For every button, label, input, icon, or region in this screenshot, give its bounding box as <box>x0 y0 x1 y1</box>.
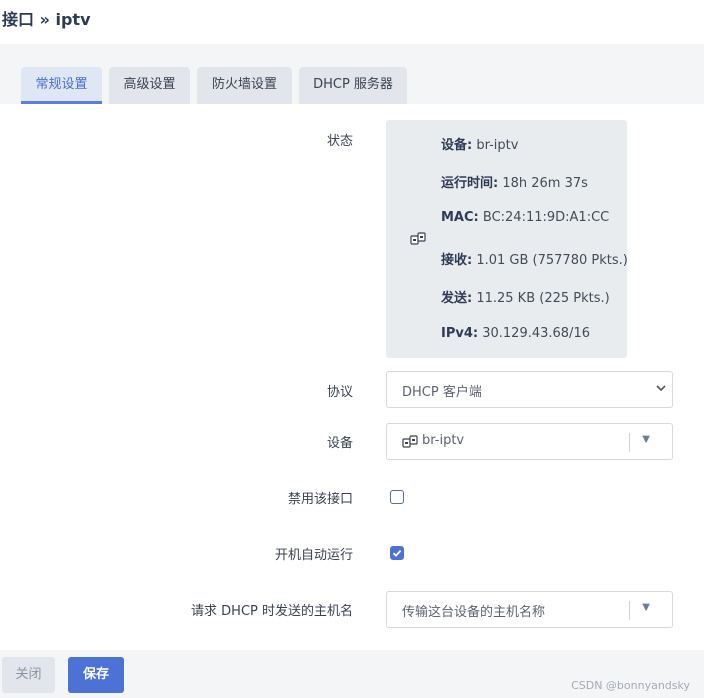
tab-general-settings[interactable]: 常规设置 <box>21 67 102 104</box>
status-rx: 接收: 1.01 GB (757780 Pkts.) <box>441 253 628 268</box>
hostname-label: 请求 DHCP 时发送的主机名 <box>191 604 353 619</box>
tab-dhcp-server[interactable]: DHCP 服务器 <box>299 67 407 104</box>
network-interface-icon <box>402 435 418 448</box>
page-title: 接口 » iptv <box>2 10 91 29</box>
hostname-placeholder: 传输这台设备的主机名称 <box>402 605 546 620</box>
select-separator <box>629 601 630 620</box>
device-select[interactable]: br-iptv ▼ <box>386 423 673 460</box>
status-label: 状态 <box>326 134 353 149</box>
checkmark-icon <box>392 549 402 557</box>
status-mac: MAC: BC:24:11:9D:A1:CC <box>441 210 610 225</box>
device-label: 设备 <box>326 436 353 451</box>
network-interface-icon <box>410 232 426 245</box>
dropdown-arrow-icon: ▼ <box>642 434 650 445</box>
chevron-down-icon <box>656 385 666 392</box>
select-separator <box>629 433 630 452</box>
page-header: 接口 » iptv <box>0 0 704 44</box>
auto-start-label: 开机自动运行 <box>274 548 353 563</box>
status-tx: 发送: 11.25 KB (225 Pkts.) <box>441 291 610 306</box>
watermark: CSDN @bonnyandsky <box>571 679 690 692</box>
status-uptime: 运行时间: 18h 26m 37s <box>441 176 588 191</box>
dropdown-arrow-icon: ▼ <box>642 602 650 613</box>
save-button[interactable]: 保存 <box>68 657 124 693</box>
disable-interface-checkbox[interactable] <box>390 490 404 504</box>
auto-start-checkbox[interactable] <box>390 546 404 560</box>
hostname-input[interactable]: 传输这台设备的主机名称 ▼ <box>386 591 673 628</box>
close-button[interactable]: 关闭 <box>2 657 55 693</box>
protocol-select[interactable]: DHCP 客户端 <box>386 371 673 408</box>
device-value: br-iptv <box>422 433 465 448</box>
tab-firewall-settings[interactable]: 防火墙设置 <box>197 67 292 104</box>
protocol-label: 协议 <box>326 385 353 400</box>
status-device: 设备: br-iptv <box>441 138 519 153</box>
status-ipv4: IPv4: 30.129.43.68/16 <box>441 326 590 341</box>
status-box: 设备: br-iptv 运行时间: 18h 26m 37s MAC: BC:24… <box>386 120 628 358</box>
protocol-value: DHCP 客户端 <box>402 385 482 400</box>
tab-advanced-settings[interactable]: 高级设置 <box>109 67 190 104</box>
disable-interface-label: 禁用该接口 <box>287 492 353 507</box>
